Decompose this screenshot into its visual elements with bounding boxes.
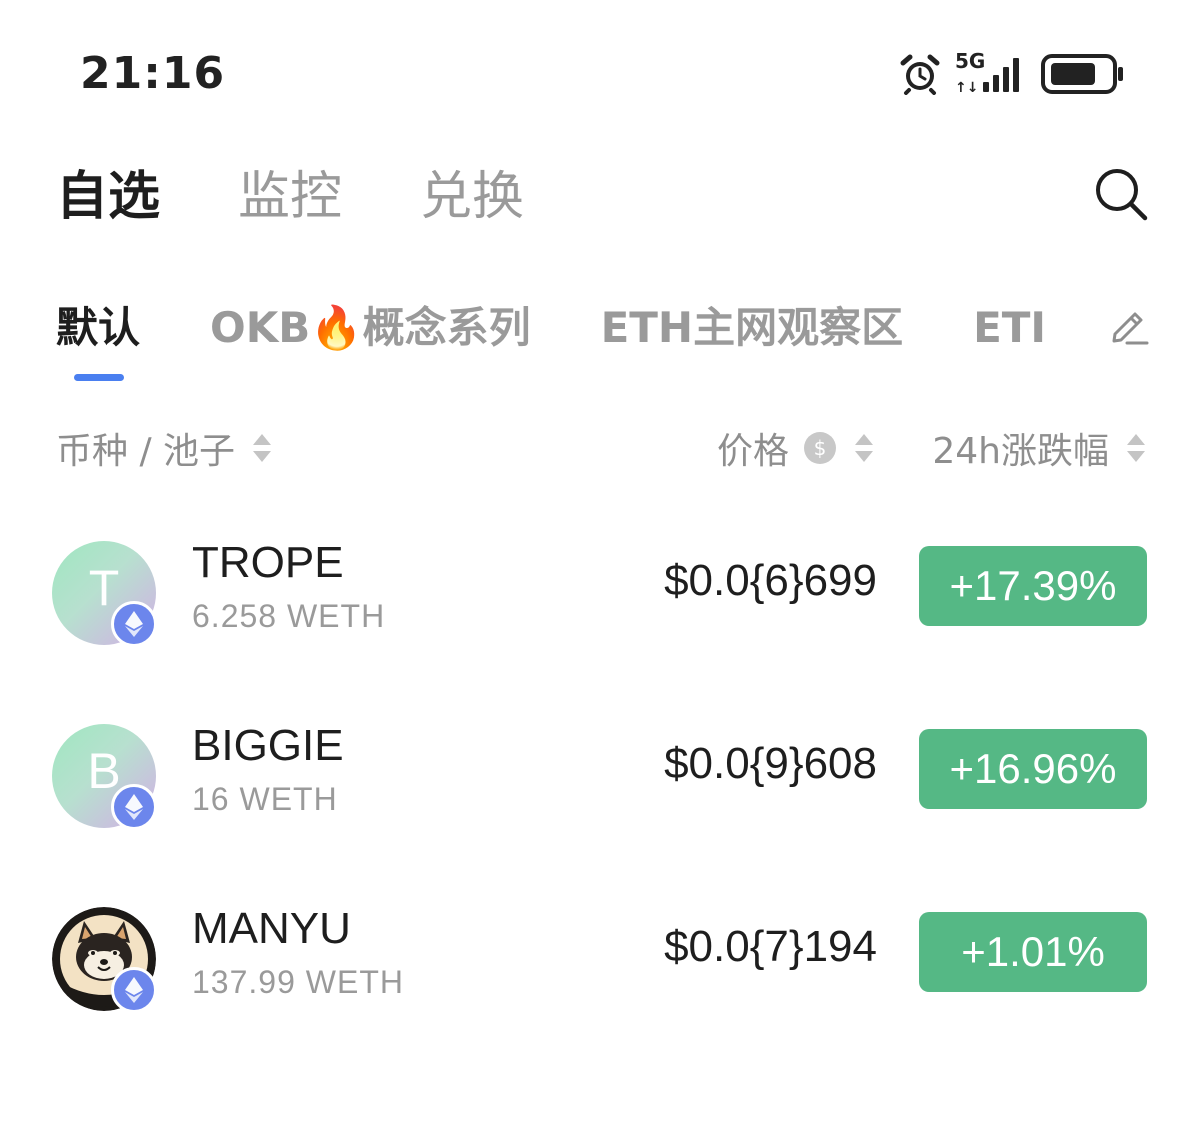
token-pool-size: 6.258 WETH (192, 598, 386, 634)
column-price-label: 价格 (716, 431, 789, 472)
tab-watchlist[interactable]: 自选 (56, 162, 160, 232)
token-symbol: TROPE (192, 538, 344, 587)
5g-signal-icon: 5G ↑↓ (955, 50, 1027, 98)
edit-tabs-button[interactable] (1107, 304, 1149, 346)
ethereum-icon (111, 784, 157, 830)
token-price: $0.0{7}194 (664, 922, 877, 971)
sort-icon (1127, 434, 1145, 462)
column-price[interactable]: 价格 $ (717, 424, 877, 472)
token-symbol: MANYU (192, 904, 351, 953)
sort-icon (855, 434, 873, 462)
price-change-badge: +1.01% (919, 912, 1147, 992)
price-change-badge: +17.39% (919, 546, 1147, 626)
column-coin-pool[interactable]: 币种 / 池子 (56, 424, 275, 472)
tab-monitor[interactable]: 监控 (238, 162, 342, 232)
price-change-badge: +16.96% (919, 729, 1147, 809)
ethereum-icon (111, 967, 157, 1013)
status-time: 21:16 (80, 48, 226, 99)
subtab-eth-more[interactable]: ETI (973, 298, 1046, 388)
tab-swap[interactable]: 兑换 (420, 162, 524, 232)
dollar-icon: $ (804, 432, 836, 464)
token-price: $0.0{9}608 (664, 739, 877, 788)
category-tabs: 默认 OKB🔥概念系列 ETH主网观察区 ETI (56, 298, 1096, 388)
token-pool-size: 137.99 WETH (192, 964, 404, 1000)
status-icons: 5G ↑↓ (899, 48, 1125, 100)
alarm-icon (899, 53, 941, 95)
column-change-label: 24h涨跌幅 (932, 431, 1109, 472)
search-button[interactable] (1093, 166, 1149, 222)
token-price: $0.0{6}699 (664, 556, 877, 605)
battery-icon (1041, 52, 1125, 96)
svg-text:$: $ (814, 436, 827, 460)
subtab-default[interactable]: 默认 (56, 298, 140, 388)
main-tabs: 自选 监控 兑换 (56, 162, 602, 232)
token-pool-size: 16 WETH (192, 781, 338, 817)
svg-text:5G: 5G (955, 50, 985, 73)
ethereum-icon (111, 601, 157, 647)
column-coin-label: 币种 / 池子 (56, 431, 236, 472)
token-row[interactable]: MANYU 137.99 WETH $0.0{7}194 +1.01% (0, 892, 1199, 1022)
column-24h-change[interactable]: 24h涨跌幅 (932, 424, 1149, 472)
token-row[interactable]: T TROPE 6.258 WETH $0.0{6}699 +17.39% (0, 526, 1199, 656)
pencil-icon (1112, 312, 1149, 345)
search-icon (1096, 169, 1148, 221)
svg-text:↑↓: ↑↓ (955, 80, 978, 96)
token-symbol: BIGGIE (192, 721, 344, 770)
sort-icon (253, 434, 272, 462)
subtab-okb-concept[interactable]: OKB🔥概念系列 (210, 298, 531, 388)
subtab-eth-mainnet[interactable]: ETH主网观察区 (601, 298, 904, 388)
token-row[interactable]: B BIGGIE 16 WETH $0.0{9}608 +16.96% (0, 709, 1199, 839)
